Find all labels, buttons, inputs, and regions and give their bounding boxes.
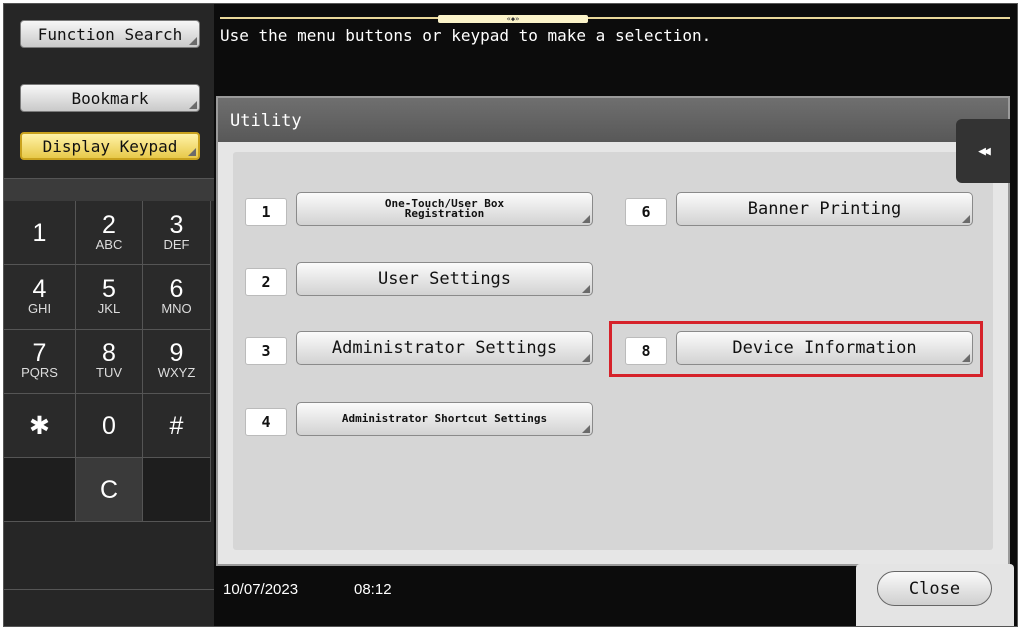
menu-number-6: 6 xyxy=(625,198,667,226)
corner-indicator-icon xyxy=(582,425,590,433)
bookmark-button[interactable]: Bookmark xyxy=(20,84,200,112)
key-0[interactable]: 0 xyxy=(76,393,143,459)
key-clear[interactable]: C xyxy=(76,458,143,523)
selection-highlight-box xyxy=(609,321,983,377)
menu-button-label: Administrator Settings xyxy=(331,338,558,358)
double-left-arrow-icon: ◀◀ xyxy=(978,143,991,159)
key-digit: 9 xyxy=(169,339,184,368)
corner-indicator-icon xyxy=(582,354,590,362)
menu-number-1: 1 xyxy=(245,198,287,226)
key-blank xyxy=(143,458,211,523)
corner-indicator-icon xyxy=(189,101,197,109)
panel-title: Utility xyxy=(218,98,1008,142)
key-1[interactable]: 1 xyxy=(4,201,76,266)
function-search-button[interactable]: Function Search xyxy=(20,20,200,48)
menu-button-label: User Settings xyxy=(377,269,512,289)
corner-indicator-icon xyxy=(582,285,590,293)
banner-printing-button[interactable]: Banner Printing xyxy=(676,192,973,226)
key-letters: TUV xyxy=(96,365,122,381)
administrator-shortcut-settings-button[interactable]: Administrator Shortcut Settings xyxy=(296,402,593,436)
key-8[interactable]: 8 TUV xyxy=(76,329,143,394)
key-asterisk[interactable]: ✱ xyxy=(4,393,76,459)
drag-handle[interactable]: «◆» xyxy=(438,15,588,23)
administrator-settings-button[interactable]: Administrator Settings xyxy=(296,331,593,365)
close-button[interactable]: Close xyxy=(877,571,992,606)
key-3[interactable]: 3 DEF xyxy=(143,201,211,266)
bookmark-label: Bookmark xyxy=(71,88,149,108)
key-digit: ✱ xyxy=(29,411,50,440)
key-letters: MNO xyxy=(161,300,192,316)
key-digit: 6 xyxy=(169,274,184,303)
display-keypad-label: Display Keypad xyxy=(42,136,178,156)
left-sidebar: Function Search Bookmark Display Keypad … xyxy=(4,4,214,626)
corner-indicator-icon xyxy=(188,148,196,156)
key-digit: # xyxy=(169,411,184,440)
key-blank xyxy=(4,458,76,523)
menu-number-3: 3 xyxy=(245,337,287,365)
display-keypad-button[interactable]: Display Keypad xyxy=(20,132,200,160)
key-digit: 4 xyxy=(32,274,47,303)
close-button-label: Close xyxy=(908,578,961,599)
key-5[interactable]: 5 JKL xyxy=(76,265,143,330)
key-letters: DEF xyxy=(163,236,190,252)
menu-button-label: Administrator Shortcut Settings xyxy=(341,412,548,425)
menu-number-2: 2 xyxy=(245,268,287,296)
handle-glyph: «◆» xyxy=(506,15,520,23)
one-touch-user-box-registration-button[interactable]: One-Touch/User Box Registration xyxy=(296,192,593,226)
key-digit: C xyxy=(99,475,119,504)
instruction-message: Use the menu buttons or keypad to make a… xyxy=(220,26,712,45)
key-digit: 1 xyxy=(32,218,47,247)
key-6[interactable]: 6 MNO xyxy=(143,265,211,330)
function-search-label: Function Search xyxy=(37,24,183,44)
menu-button-label: Banner Printing xyxy=(747,199,902,219)
menu-number-4: 4 xyxy=(245,408,287,436)
status-time: 08:12 xyxy=(354,581,392,598)
user-settings-button[interactable]: User Settings xyxy=(296,262,593,296)
key-4[interactable]: 4 GHI xyxy=(4,265,76,330)
left-bottom-bar xyxy=(4,589,214,626)
key-digit: 8 xyxy=(102,339,116,368)
top-accent-line xyxy=(220,17,1010,19)
numeric-keypad: 1 2 ABC 3 DEF 4 GHI 5 JKL 6 MNO 7 PQRS 8 TUV 9W… xyxy=(4,201,211,587)
key-digit: 7 xyxy=(32,339,47,368)
key-2[interactable]: 2 ABC xyxy=(76,201,143,266)
device-screen: Function Search Bookmark Display Keypad … xyxy=(3,3,1018,627)
key-digit: 3 xyxy=(169,210,184,239)
collapse-panel-button[interactable]: ◀◀ xyxy=(956,119,1010,183)
status-date: 10/07/2023 xyxy=(223,581,299,598)
corner-indicator-icon xyxy=(962,215,970,223)
key-letters: PQRS xyxy=(21,365,58,381)
key-7[interactable]: 7 PQRS xyxy=(4,329,76,394)
menu-button-label: One-Touch/User Box Registration xyxy=(384,197,505,220)
key-letters: ABC xyxy=(95,236,123,252)
key-digit: 5 xyxy=(102,274,116,303)
corner-indicator-icon xyxy=(582,215,590,223)
key-hash[interactable]: # xyxy=(143,393,211,459)
key-digit: 0 xyxy=(102,411,116,440)
keypad-divider xyxy=(4,178,214,201)
key-letters: GHI xyxy=(27,300,52,316)
key-letters: WXYZ xyxy=(157,365,196,381)
key-digit: 2 xyxy=(102,210,116,239)
key-9[interactable]: 9 WXYZ xyxy=(143,329,211,394)
key-letters: JKL xyxy=(97,300,121,316)
corner-indicator-icon xyxy=(189,37,197,45)
